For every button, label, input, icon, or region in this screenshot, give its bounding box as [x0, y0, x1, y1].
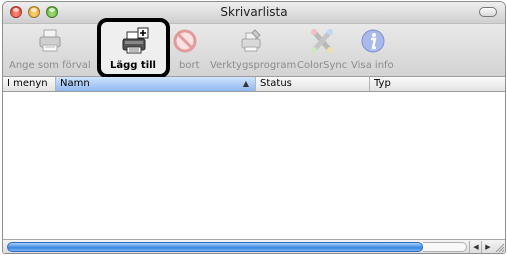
colorsync-button[interactable]: ColorSync — [297, 24, 347, 76]
scrollbar-thumb[interactable] — [7, 242, 423, 252]
show-info-label: Visa info — [351, 60, 394, 71]
table-header: I menyn Namn ▲ Status Typ — [3, 77, 505, 92]
add-printer-button[interactable]: Lägg till — [104, 24, 164, 76]
toolbar-toggle-button[interactable] — [479, 7, 497, 17]
scrollbar-track[interactable] — [423, 242, 467, 252]
add-printer-label: Lägg till — [110, 60, 156, 71]
delete-icon — [173, 29, 197, 53]
printer-list[interactable] — [3, 92, 505, 238]
utility-label: Verktygsprogram — [210, 60, 297, 71]
show-info-button[interactable]: Visa info — [351, 24, 395, 76]
set-default-button[interactable]: Ange som förval — [9, 24, 95, 76]
printer-default-icon — [39, 29, 61, 52]
info-icon — [361, 29, 385, 53]
delete-label: bort — [179, 60, 200, 71]
resize-grip-icon[interactable] — [494, 242, 504, 252]
window-title: Skrivarlista — [220, 5, 288, 19]
column-header-status[interactable]: Status — [255, 77, 369, 91]
add-printer-icon — [122, 27, 149, 54]
colorsync-icon — [311, 29, 333, 53]
column-header-name-label: Namn — [60, 78, 90, 89]
horizontal-scrollbar[interactable]: ◀ ▶ — [3, 239, 505, 253]
printer-list-window: Skrivarlista Ange som förval Lägg till b… — [2, 1, 506, 254]
toolbar: Ange som förval Lägg till bort Verktygsp… — [3, 18, 505, 78]
scroll-right-button[interactable]: ▶ — [481, 241, 494, 253]
utility-icon — [241, 29, 261, 52]
column-header-in-menu[interactable]: I menyn — [5, 77, 55, 91]
colorsync-label: ColorSync — [297, 60, 348, 71]
set-default-label: Ange som förval — [9, 60, 91, 71]
column-header-name[interactable]: Namn ▲ — [55, 77, 255, 91]
column-header-type[interactable]: Typ — [369, 77, 505, 91]
utility-button[interactable]: Verktygsprogram — [210, 24, 297, 76]
sort-ascending-icon: ▲ — [242, 79, 249, 88]
title-bar[interactable]: Skrivarlista — [3, 2, 505, 24]
delete-button[interactable]: bort — [166, 24, 206, 76]
